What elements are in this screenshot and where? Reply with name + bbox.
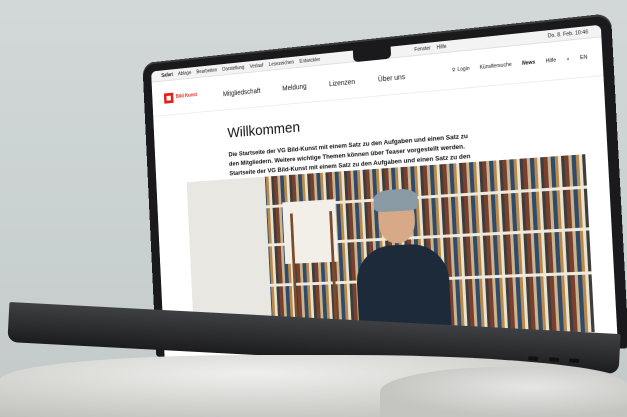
menu-bearbeiten[interactable]: Bearbeiten (196, 67, 217, 75)
menubar-datetime[interactable]: Do. 8. Feb. 10:46 (547, 29, 588, 39)
nav-ueber-uns[interactable]: Über uns (378, 74, 405, 84)
utility-nav: ⚲ Login Künstlersuche News Hilfe ⌕ EN (442, 54, 588, 74)
menu-entwickler[interactable]: Entwickler (299, 56, 320, 64)
person-headscarf (373, 188, 419, 213)
site-logo[interactable]: Bild Kunst (163, 90, 198, 104)
portrait-person (352, 184, 453, 338)
language-switch[interactable]: EN (580, 54, 588, 61)
menu-fenster[interactable]: Fenster (414, 45, 431, 53)
scene: { "menubar": { "app": "Safari", "items":… (0, 0, 627, 417)
login-link[interactable]: Login (457, 66, 469, 73)
port (548, 357, 559, 362)
logo-text: Bild Kunst (175, 91, 198, 100)
search-icon[interactable]: ⌕ (566, 56, 569, 63)
port (528, 356, 539, 361)
menu-hilfe[interactable]: Hilfe (437, 43, 447, 50)
menu-verlauf[interactable]: Verlauf (250, 62, 264, 69)
logo-icon (163, 92, 174, 104)
menu-ablage[interactable]: Ablage (178, 70, 191, 77)
port (569, 358, 580, 363)
news-link[interactable]: News (522, 59, 536, 66)
nav-lizenzen[interactable]: Lizenzen (329, 79, 355, 88)
browser-window: Safari Ablage Bearbeiten Darstellung Ver… (151, 24, 619, 357)
menu-lesezeichen[interactable]: Lesezeichen (269, 59, 294, 67)
nav-mitgliedschaft[interactable]: Mitgliedschaft (223, 88, 261, 98)
menu-darstellung[interactable]: Darstellung (222, 64, 244, 72)
hilfe-link[interactable]: Hilfe (546, 57, 557, 64)
laptop: Safari Ablage Bearbeiten Darstellung Ver… (142, 13, 627, 358)
nav-meldung[interactable]: Meldung (282, 84, 307, 93)
menu-app[interactable]: Safari (161, 72, 173, 79)
kuenstlersuche-link[interactable]: Künstlersuche (480, 62, 512, 71)
hero-image (186, 154, 595, 342)
user-icon: ⚲ (451, 67, 456, 74)
stone-pedestal-right (380, 367, 627, 417)
